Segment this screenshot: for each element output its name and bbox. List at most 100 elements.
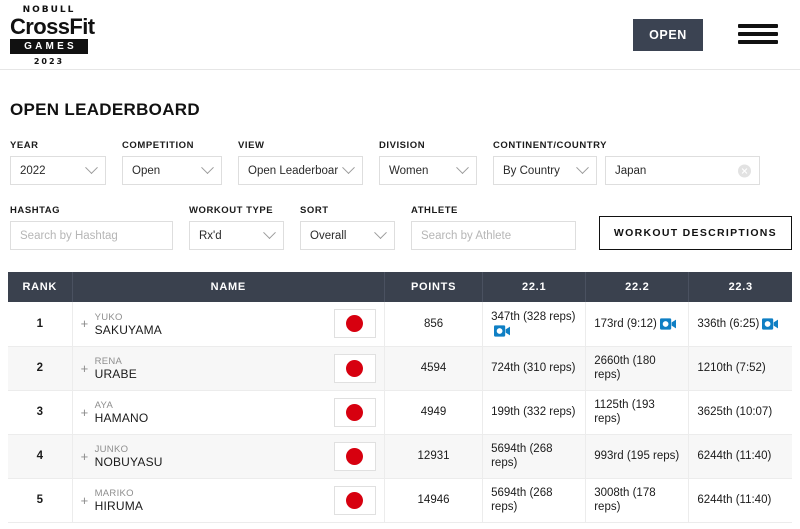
athlete-score-22-3: 3625th (10:07) (688, 390, 792, 435)
hamburger-bar-2 (738, 32, 778, 36)
column-header-22-1[interactable]: 22.1 (482, 272, 587, 302)
video-camera-icon[interactable] (659, 318, 676, 330)
view-select-value: Open Leaderboard (248, 164, 338, 177)
athlete-score-22-1: 5694th (268 reps) (482, 478, 587, 523)
column-header-rank[interactable]: RANK (8, 272, 73, 302)
division-select[interactable]: Women (379, 156, 477, 185)
athlete-score-22-2: 3008th (178 reps) (585, 478, 690, 523)
athlete-score-22-2: 173rd (9:12) (585, 302, 690, 347)
athlete-points: 4594 (384, 346, 484, 391)
athlete-first-name: YUKO (94, 311, 123, 323)
expand-row-icon[interactable]: + (81, 494, 95, 507)
workout-descriptions-button[interactable]: WORKOUT DESCRIPTIONS (598, 216, 792, 250)
athlete-points: 4949 (384, 390, 484, 435)
video-camera-icon[interactable] (762, 318, 779, 330)
leaderboard-table: RANK NAME POINTS 22.1 22.2 22.3 1 + YUKO SA… (8, 272, 792, 523)
table-row[interactable]: 3 + AYA HAMANO 4949 199th (332 reps) 1125th (1… (8, 390, 792, 435)
filter-competition-label: COMPETITION (122, 140, 195, 151)
filter-year: YEAR 2022 (10, 140, 106, 185)
crossfit-games-logo[interactable]: NOBULL CrossFit GAMES 2023 (10, 5, 95, 67)
view-select[interactable]: Open Leaderboard (238, 156, 363, 185)
athlete-score-22-3: 336th (6:25) (688, 302, 792, 347)
athlete-rank: 4 (8, 434, 73, 479)
leaderboard-table-container: RANK NAME POINTS 22.1 22.2 22.3 1 + YUKO SA… (0, 272, 800, 523)
athlete-name[interactable]: YUKO SAKUYAMA (95, 311, 326, 337)
column-header-22-2[interactable]: 22.2 (585, 272, 690, 302)
workout-type-select[interactable]: Rx'd (189, 221, 284, 250)
filter-sort-label: SORT (300, 205, 329, 216)
continent-country-select[interactable]: By Country (493, 156, 597, 185)
japan-flag-icon (333, 485, 376, 515)
athlete-score-22-1: 724th (310 reps) (482, 346, 587, 391)
athlete-name-cell: + MARIKO HIRUMA (72, 478, 385, 523)
score-text-22-3: 1210th (7:52) (697, 362, 766, 374)
athlete-name-cell: + AYA HAMANO (72, 390, 385, 435)
table-row[interactable]: 1 + YUKO SAKUYAMA 856 347th (328 reps) 173rd (… (8, 302, 792, 347)
score-text-22-2: 1125th (193 reps) (594, 399, 655, 425)
filter-row-secondary: HASHTAG Search by Hashtag WORKOUT TYPE R… (8, 205, 792, 250)
athlete-score-22-1: 199th (332 reps) (482, 390, 587, 435)
athlete-points: 12931 (384, 434, 484, 479)
competition-select[interactable]: Open (122, 156, 222, 185)
athlete-name[interactable]: RENA URABE (95, 355, 326, 381)
score-text-22-2: 2660th (180 reps) (594, 355, 656, 381)
filter-view: VIEW Open Leaderboard (238, 140, 363, 185)
filter-competition: COMPETITION Open (122, 140, 222, 185)
logo-crossfit-text: CrossFit (10, 14, 95, 39)
japan-flag-icon (333, 441, 376, 471)
flag-disc (346, 403, 364, 421)
continent-country-select-value: By Country (503, 164, 560, 177)
athlete-rank: 5 (8, 478, 73, 523)
chevron-down-icon (374, 226, 387, 240)
athlete-name[interactable]: JUNKO NOBUYASU (95, 443, 326, 469)
table-row[interactable]: 4 + JUNKO NOBUYASU 12931 5694th (268 reps) 993… (8, 434, 792, 479)
athlete-score-22-3: 1210th (7:52) (688, 346, 792, 391)
athlete-name-cell: + RENA URABE (72, 346, 385, 391)
hashtag-input[interactable]: Search by Hashtag (10, 221, 173, 250)
filter-athlete: ATHLETE Search by Athlete (411, 205, 576, 250)
filter-athlete-label: ATHLETE (411, 205, 458, 216)
logo-games-text: GAMES (10, 39, 88, 54)
athlete-name[interactable]: MARIKO HIRUMA (95, 487, 326, 513)
expand-row-icon[interactable]: + (81, 406, 95, 419)
clear-circle-icon[interactable] (738, 164, 751, 177)
table-row[interactable]: 5 + MARIKO HIRUMA 14946 5694th (268 reps) 3008… (8, 478, 792, 523)
score-text-22-1: 5694th (268 reps) (491, 487, 553, 513)
hamburger-menu-icon[interactable] (738, 20, 778, 48)
video-camera-icon[interactable] (494, 325, 511, 337)
table-row[interactable]: 2 + RENA URABE 4594 724th (310 reps) 2660th (1… (8, 346, 792, 391)
chevron-down-icon (201, 161, 214, 175)
athlete-name[interactable]: AYA HAMANO (95, 399, 326, 425)
score-text-22-3: 336th (6:25) (697, 317, 760, 330)
page-body: OPEN LEADERBOARD YEAR 2022 COMPETITION O… (0, 100, 800, 250)
athlete-score-22-2: 993rd (195 reps) (585, 434, 690, 479)
column-header-points[interactable]: POINTS (384, 272, 484, 302)
expand-row-icon[interactable]: + (81, 317, 95, 330)
filter-row-primary: YEAR 2022 COMPETITION Open VIEW Open Lea… (8, 140, 792, 185)
athlete-last-name: URABE (94, 367, 137, 381)
sort-select-value: Overall (310, 229, 347, 242)
athlete-score-22-1: 5694th (268 reps) (482, 434, 587, 479)
athlete-input[interactable]: Search by Athlete (411, 221, 576, 250)
site-header: NOBULL CrossFit GAMES 2023 OPEN (0, 0, 800, 70)
column-header-22-3[interactable]: 22.3 (688, 272, 792, 302)
chevron-down-icon (85, 161, 98, 175)
sort-select[interactable]: Overall (300, 221, 395, 250)
score-text-22-2: 3008th (178 reps) (594, 487, 656, 513)
year-select[interactable]: 2022 (10, 156, 106, 185)
expand-row-icon[interactable]: + (81, 450, 95, 463)
athlete-last-name: SAKUYAMA (94, 322, 162, 337)
open-nav-button[interactable]: OPEN (633, 19, 703, 51)
score-text-22-1: 199th (332 reps) (491, 406, 576, 418)
filter-workout-type-label: WORKOUT TYPE (189, 205, 274, 216)
athlete-name-cell: + YUKO SAKUYAMA (72, 302, 385, 347)
hamburger-bar-1 (738, 24, 778, 28)
filter-hashtag: HASHTAG Search by Hashtag (10, 205, 173, 250)
country-input[interactable]: Japan (605, 156, 760, 185)
expand-row-icon[interactable]: + (81, 362, 95, 375)
workout-type-select-value: Rx'd (199, 229, 222, 242)
column-header-name[interactable]: NAME (72, 272, 385, 302)
japan-flag-icon (333, 309, 376, 339)
table-header-row: RANK NAME POINTS 22.1 22.2 22.3 (8, 272, 792, 302)
year-select-value: 2022 (20, 164, 46, 177)
